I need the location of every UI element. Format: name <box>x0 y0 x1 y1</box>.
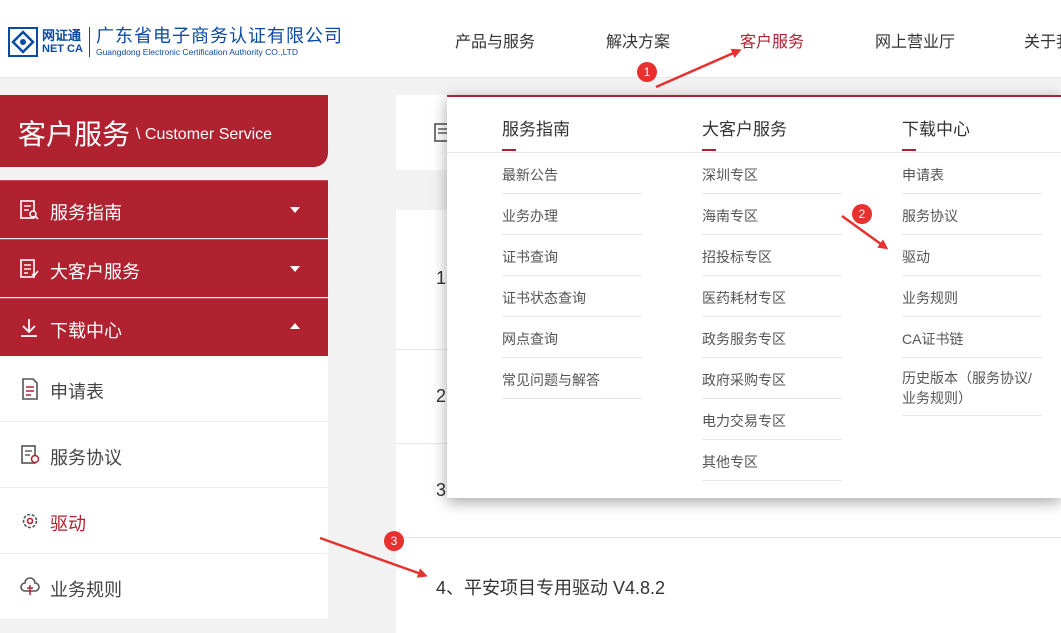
annotation-badge-2: 2 <box>852 204 872 224</box>
annotation-arrow-1 <box>655 48 742 89</box>
annotation-arrow-3 <box>319 536 428 578</box>
annotation-badge-3: 3 <box>384 531 404 551</box>
annotation-arrows <box>319 48 889 578</box>
annotation-badge-1: 1 <box>637 62 657 82</box>
